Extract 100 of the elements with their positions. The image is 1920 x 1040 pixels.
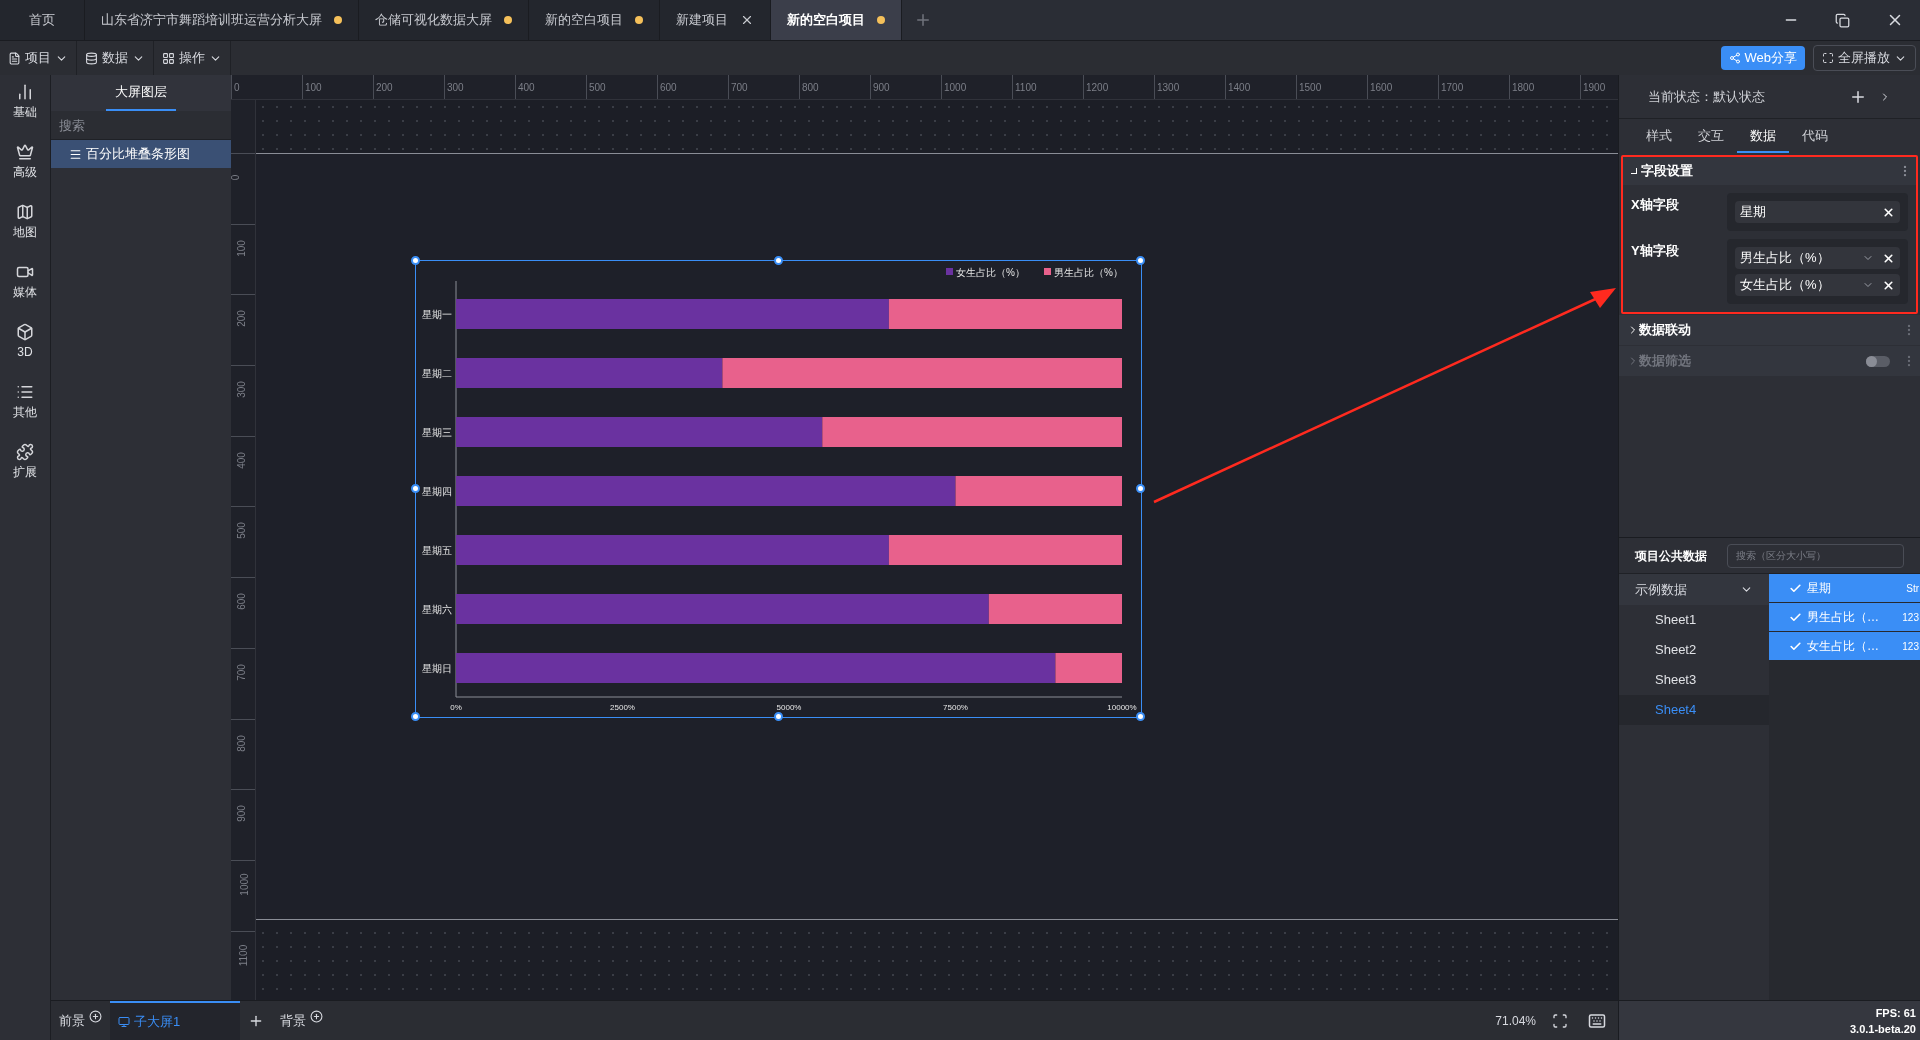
keyboard-icon[interactable] (1588, 1011, 1606, 1030)
field-type: 123 (1902, 610, 1919, 625)
crown-icon (16, 143, 34, 161)
ruler-label: 1300 (1154, 75, 1225, 99)
legend-label: 女生占比（%） (956, 267, 1025, 278)
resize-handle[interactable] (773, 712, 783, 721)
document-tab[interactable]: 新的空白项目 (529, 0, 660, 40)
axis-label: 星期四 (422, 486, 452, 497)
axis-label: 星期二 (422, 368, 452, 379)
sheet-item[interactable]: Sheet4 (1619, 695, 1769, 725)
ruler-label: 1700 (1438, 75, 1509, 99)
panel-title: 项目公共数据 (1635, 547, 1707, 565)
axis-label: 10000% (1107, 703, 1137, 712)
database-icon (85, 51, 98, 65)
component-category[interactable]: 3D (16, 323, 34, 361)
field-label: X轴字段 (1631, 196, 1680, 214)
cube-icon (16, 323, 34, 341)
field-type: 123 (1902, 639, 1919, 654)
close-icon[interactable] (740, 13, 754, 27)
share-icon (1728, 52, 1741, 64)
ruler-label: 200 (234, 310, 248, 328)
restore-icon[interactable] (1835, 12, 1850, 28)
resize-handle[interactable] (1136, 256, 1145, 265)
ruler-label: 600 (234, 593, 248, 610)
remove-icon[interactable] (1882, 205, 1895, 219)
resize-handle[interactable] (1136, 484, 1145, 493)
component-category[interactable]: 基础 (13, 83, 37, 121)
field-label: Y轴字段 (1631, 242, 1680, 260)
field-name: 男生占比（… (1807, 609, 1879, 626)
ruler-label: 700 (234, 663, 248, 681)
search-field[interactable]: 搜索（区分大小写） (1727, 543, 1904, 568)
puzzle-icon (16, 443, 34, 461)
field-name: 女生占比（… (1807, 638, 1879, 655)
sheet-item[interactable]: Sheet1 (1619, 605, 1769, 635)
ruler-label: 1000 (237, 873, 251, 896)
axis-label: 星期日 (422, 663, 452, 674)
ruler-label: 1100 (1012, 75, 1083, 99)
document-tab[interactable]: 新的空白项目 (771, 0, 902, 40)
axis-label: 星期六 (422, 604, 452, 615)
resize-handle[interactable] (1136, 712, 1145, 721)
ruler-label: 1400 (1225, 75, 1296, 99)
ruler-label: 500 (234, 522, 248, 540)
ruler-label: 900 (870, 75, 941, 99)
ruler-label: 100 (302, 75, 373, 99)
zoom-level: 71.04% (1495, 1012, 1536, 1030)
ruler-label: 1200 (1083, 75, 1154, 99)
file-icon (8, 51, 21, 65)
resize-handle[interactable] (411, 256, 420, 265)
component-category[interactable]: 媒体 (13, 263, 37, 301)
fps-counter: FPS: 61 (1875, 1005, 1916, 1021)
field-name: 星期 (1807, 580, 1831, 597)
component-category[interactable]: 地图 (13, 203, 37, 241)
monitor-icon (118, 1015, 130, 1028)
axis-label: 星期一 (422, 309, 452, 320)
screen-tab[interactable]: 背景 (272, 1001, 331, 1040)
field-tag[interactable]: 男生占比（%） (1735, 247, 1900, 269)
collapse-icon (1631, 168, 1637, 174)
fullscreen-button[interactable]: 全屏播放 (1813, 45, 1916, 71)
fit-screen-icon[interactable] (1552, 1012, 1568, 1029)
component-category[interactable]: 高级 (13, 143, 37, 181)
ruler-label: 0 (231, 75, 302, 99)
document-tab[interactable]: 山东省济宁市舞蹈培训班运营分析大屏 (85, 0, 359, 40)
list-icon (16, 383, 34, 401)
inspector-tab[interactable]: 数据 (1737, 125, 1789, 153)
version-label: 3.0.1-beta.20 (1849, 1021, 1916, 1037)
resize-handle[interactable] (411, 484, 420, 493)
add-icon[interactable] (89, 1010, 102, 1023)
screen-tab[interactable]: 子大屏1 (110, 1001, 240, 1040)
remove-icon[interactable] (1882, 251, 1895, 265)
ruler-label: 200 (373, 75, 444, 99)
inspector-tab[interactable]: 样式 (1633, 125, 1685, 153)
document-tab[interactable]: 首页 (0, 0, 85, 40)
resize-handle[interactable] (773, 256, 783, 265)
inspector-tab[interactable]: 代码 (1789, 125, 1841, 153)
axis-label: 7500% (943, 703, 968, 712)
remove-icon[interactable] (1882, 278, 1895, 292)
add-icon[interactable] (310, 1010, 323, 1023)
resize-handle[interactable] (411, 712, 420, 721)
component-category[interactable]: 其他 (13, 383, 37, 421)
section-header[interactable]: 字段设置 (1623, 157, 1916, 185)
ruler-label: 1500 (1296, 75, 1367, 99)
ruler-label: 1100 (237, 944, 251, 966)
data-group[interactable]: 示例数据 (1619, 574, 1769, 605)
bar-chart-icon (16, 83, 34, 101)
sheet-item[interactable]: Sheet3 (1619, 665, 1769, 695)
layer-item[interactable]: 百分比堆叠条形图 (51, 140, 231, 168)
axis-label: 星期五 (422, 545, 452, 556)
legend-label: 男生占比（%） (1054, 267, 1123, 278)
document-tab[interactable]: 新建项目 (660, 0, 771, 40)
ruler-label: 700 (728, 75, 799, 99)
grid-icon (162, 51, 175, 65)
inspector-tab[interactable]: 交互 (1685, 125, 1737, 153)
field-tag[interactable]: 星期 (1735, 201, 1900, 223)
section-header[interactable]: 数据联动 (1619, 315, 1920, 345)
ruler-label: 1600 (1367, 75, 1438, 99)
screen-tab[interactable]: 前景 (51, 1001, 110, 1040)
field-tag[interactable]: 女生占比（%） (1735, 274, 1900, 296)
sheet-item[interactable]: Sheet2 (1619, 635, 1769, 665)
document-tab[interactable]: 仓储可视化数据大屏 (359, 0, 529, 40)
component-category[interactable]: 扩展 (13, 443, 37, 481)
